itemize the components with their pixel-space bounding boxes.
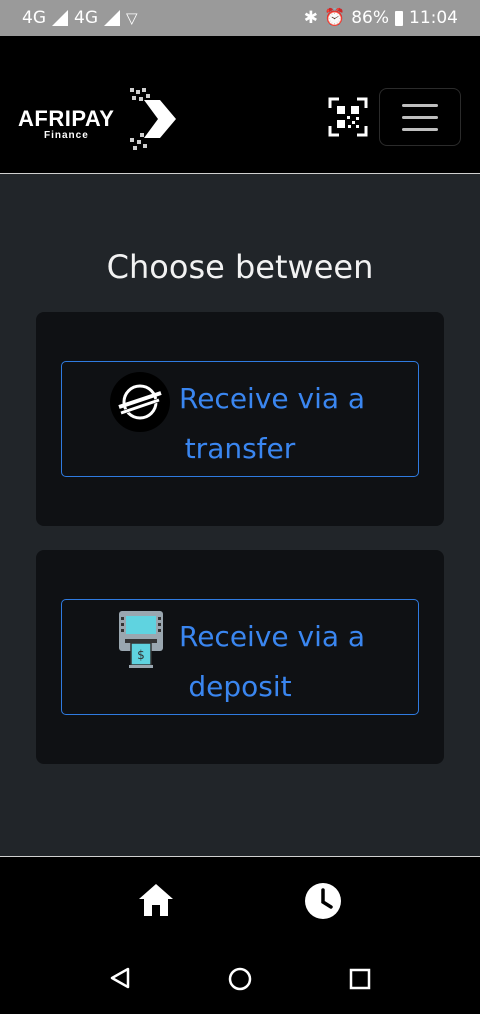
network-type-1: 4G	[22, 8, 46, 28]
app-header: AFRIPAY Finance	[0, 36, 480, 174]
svg-text:$: $	[137, 648, 145, 662]
clock-time: 11:04	[409, 8, 458, 28]
wifi-icon: ▽	[126, 9, 138, 27]
back-triangle-icon[interactable]	[109, 966, 131, 990]
status-right: ✱ ⏰ 86% 11:04	[304, 8, 458, 28]
receive-via-deposit-button[interactable]: $ Receive via a deposit	[61, 599, 419, 715]
option-label-line1: Receive via a	[179, 382, 366, 415]
logo-arrow-icon	[130, 88, 176, 150]
battery-icon	[395, 10, 403, 26]
main-content: Choose between Receive via a transfer $ …	[0, 174, 480, 856]
option-label-line2: transfer	[184, 432, 296, 465]
home-icon[interactable]	[137, 882, 175, 918]
status-left: 4G 4G ▽	[22, 8, 138, 28]
option-card-deposit: $ Receive via a deposit	[36, 550, 444, 764]
history-clock-icon[interactable]	[304, 882, 342, 920]
bluetooth-icon: ✱	[303, 8, 319, 28]
logo-subtext: Finance	[44, 130, 89, 141]
menu-bar	[402, 103, 438, 107]
status-bar: 4G 4G ▽ ✱ ⏰ 86% 11:04	[0, 0, 480, 36]
signal-icon	[104, 10, 120, 26]
page-title: Choose between	[106, 248, 374, 286]
qr-scan-button[interactable]	[328, 97, 368, 137]
bottom-nav	[0, 857, 480, 944]
alarm-icon: ⏰	[324, 8, 346, 28]
stellar-logo-icon	[110, 372, 170, 432]
afripay-logo[interactable]: AFRIPAY Finance	[18, 80, 188, 158]
option-label-line1: Receive via a	[179, 620, 366, 653]
logo-text: AFRIPAY	[18, 106, 115, 131]
network-type-2: 4G	[74, 8, 98, 28]
battery-percent: 86%	[351, 8, 389, 28]
recents-square-icon[interactable]	[349, 968, 371, 990]
option-label-line2: deposit	[188, 670, 292, 703]
system-navigation-bar	[0, 944, 480, 1014]
menu-bar	[402, 115, 438, 119]
receive-via-transfer-button[interactable]: Receive via a transfer	[61, 361, 419, 477]
option-card-transfer: Receive via a transfer	[36, 312, 444, 526]
menu-bar	[402, 127, 438, 131]
atm-machine-icon: $	[119, 611, 163, 668]
hamburger-menu-button[interactable]	[379, 88, 461, 146]
signal-icon	[52, 10, 68, 26]
home-circle-icon[interactable]	[228, 967, 252, 991]
